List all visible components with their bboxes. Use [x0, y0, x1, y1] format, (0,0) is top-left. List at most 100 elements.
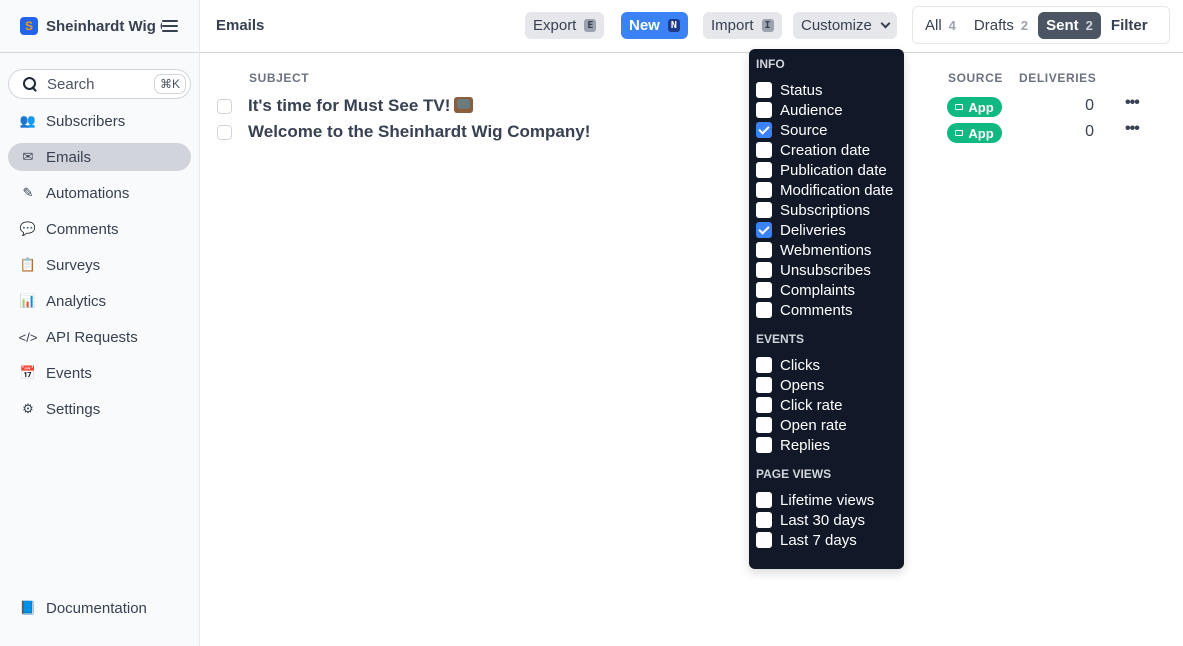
- source-badge: App: [947, 97, 1002, 117]
- option-label: Lifetime views: [780, 491, 875, 509]
- users-icon: 👥: [19, 113, 37, 128]
- checkbox[interactable]: [756, 142, 772, 158]
- option-label: Click rate: [780, 396, 843, 414]
- import-button[interactable]: Import I: [703, 12, 782, 39]
- envelope-icon: ✉: [22, 149, 34, 164]
- sidebar-item-automations[interactable]: ✎ Automations: [8, 179, 191, 207]
- tab-label: Sent: [1046, 16, 1079, 34]
- column-option-webmentions[interactable]: Webmentions: [756, 240, 897, 260]
- column-option-replies[interactable]: Replies: [756, 435, 897, 455]
- column-option-source[interactable]: Source: [756, 120, 897, 140]
- checkbox[interactable]: [756, 397, 772, 413]
- sidebar-item-events[interactable]: 📅 Events: [8, 359, 191, 387]
- sidebar-item-settings[interactable]: ⚙ Settings: [8, 395, 191, 423]
- top-bar: Emails Export E New N Import I Customize…: [200, 0, 1183, 53]
- column-option-status[interactable]: Status: [756, 80, 897, 100]
- comments-icon: 💬: [19, 221, 37, 236]
- new-label: New: [629, 17, 660, 34]
- sidebar-item-subscribers[interactable]: 👥 Subscribers: [8, 107, 191, 135]
- checkbox[interactable]: [756, 492, 772, 508]
- column-header-source[interactable]: SOURCE: [948, 71, 1003, 85]
- source-label: App: [968, 125, 994, 141]
- checkbox[interactable]: [756, 437, 772, 453]
- new-button[interactable]: New N: [621, 12, 688, 39]
- sidebar-item-label: Documentation: [46, 599, 147, 617]
- checkbox[interactable]: [756, 512, 772, 528]
- new-shortcut: N: [667, 19, 680, 32]
- column-option-open-rate[interactable]: Open rate: [756, 415, 897, 435]
- more-actions-icon[interactable]: •••: [1125, 94, 1140, 112]
- sidebar-item-api-requests[interactable]: </> API Requests: [8, 323, 191, 351]
- search-button[interactable]: Search ⌘K: [8, 69, 191, 99]
- checkbox[interactable]: [756, 242, 772, 258]
- sidebar-item-documentation[interactable]: 📘 Documentation: [8, 594, 191, 622]
- checkbox[interactable]: [756, 282, 772, 298]
- column-option-last-30-days[interactable]: Last 30 days: [756, 510, 897, 530]
- menu-section-page-views: PAGE VIEWS: [756, 467, 832, 481]
- column-header-subject[interactable]: SUBJECT: [249, 71, 309, 85]
- checkbox[interactable]: [756, 102, 772, 118]
- option-label: Unsubscribes: [780, 261, 871, 279]
- checkbox[interactable]: [756, 162, 772, 178]
- option-label: Comments: [780, 301, 853, 319]
- column-option-publication-date[interactable]: Publication date: [756, 160, 897, 180]
- table-row[interactable]: It's time for Must See TV! App 0 •••: [200, 94, 1183, 120]
- source-badge: App: [947, 123, 1002, 143]
- column-option-subscriptions[interactable]: Subscriptions: [756, 200, 897, 220]
- row-checkbox[interactable]: [217, 125, 232, 140]
- email-subject[interactable]: It's time for Must See TV!: [248, 96, 474, 116]
- sidebar-item-emails[interactable]: ✉ Emails: [8, 143, 191, 171]
- sidebar-header: S Sheinhardt Wig Company: [0, 0, 199, 53]
- checkbox[interactable]: [756, 222, 772, 238]
- column-option-lifetime-views[interactable]: Lifetime views: [756, 490, 897, 510]
- column-option-unsubscribes[interactable]: Unsubscribes: [756, 260, 897, 280]
- sidebar-item-comments[interactable]: 💬 Comments: [8, 215, 191, 243]
- sidebar-item-surveys[interactable]: 📋 Surveys: [8, 251, 191, 279]
- column-option-modification-date[interactable]: Modification date: [756, 180, 897, 200]
- menu-toggle-icon[interactable]: [162, 19, 178, 33]
- checkbox[interactable]: [756, 122, 772, 138]
- column-option-clicks[interactable]: Clicks: [756, 355, 897, 375]
- checkbox[interactable]: [756, 302, 772, 318]
- checkbox[interactable]: [756, 82, 772, 98]
- checkbox[interactable]: [756, 532, 772, 548]
- column-option-last-7-days[interactable]: Last 7 days: [756, 530, 897, 550]
- checkbox[interactable]: [756, 417, 772, 433]
- gear-icon: ⚙: [22, 401, 34, 416]
- tab-drafts[interactable]: Drafts 2: [966, 12, 1036, 39]
- column-option-opens[interactable]: Opens: [756, 375, 897, 395]
- row-checkbox[interactable]: [217, 99, 232, 114]
- sidebar-item-analytics[interactable]: 📊 Analytics: [8, 287, 191, 315]
- tab-sent[interactable]: Sent 2: [1038, 11, 1101, 39]
- option-label: Publication date: [780, 161, 887, 179]
- email-subject[interactable]: Welcome to the Sheinhardt Wig Company!: [248, 122, 590, 142]
- export-button[interactable]: Export E: [525, 12, 605, 39]
- column-option-click-rate[interactable]: Click rate: [756, 395, 897, 415]
- option-label: Complaints: [780, 281, 856, 299]
- table-row[interactable]: Welcome to the Sheinhardt Wig Company! A…: [200, 120, 1183, 146]
- column-option-comments[interactable]: Comments: [756, 300, 897, 320]
- search-shortcut: ⌘K: [153, 74, 186, 94]
- tab-all[interactable]: All 4: [917, 12, 964, 39]
- checkbox[interactable]: [756, 357, 772, 373]
- option-label: Modification date: [780, 181, 894, 199]
- filter-button[interactable]: Filter: [1103, 12, 1156, 39]
- clipboard-icon: 📋: [19, 257, 37, 272]
- column-option-complaints[interactable]: Complaints: [756, 280, 897, 300]
- customize-menu: INFO Status Audience Source Creation date Pub…: [749, 49, 904, 569]
- more-actions-icon[interactable]: •••: [1125, 120, 1140, 138]
- column-option-creation-date[interactable]: Creation date: [756, 140, 897, 160]
- export-shortcut: E: [584, 19, 597, 32]
- column-option-deliveries[interactable]: Deliveries: [756, 220, 897, 240]
- column-option-audience[interactable]: Audience: [756, 100, 897, 120]
- checkbox[interactable]: [756, 377, 772, 393]
- monitor-icon: [955, 104, 964, 110]
- customize-button[interactable]: Customize: [793, 12, 897, 39]
- newsletter-name[interactable]: Sheinhardt Wig Company: [46, 18, 162, 35]
- checkbox[interactable]: [756, 202, 772, 218]
- column-header-deliveries[interactable]: DELIVERIES: [1019, 71, 1096, 85]
- checkbox[interactable]: [756, 182, 772, 198]
- checkbox[interactable]: [756, 262, 772, 278]
